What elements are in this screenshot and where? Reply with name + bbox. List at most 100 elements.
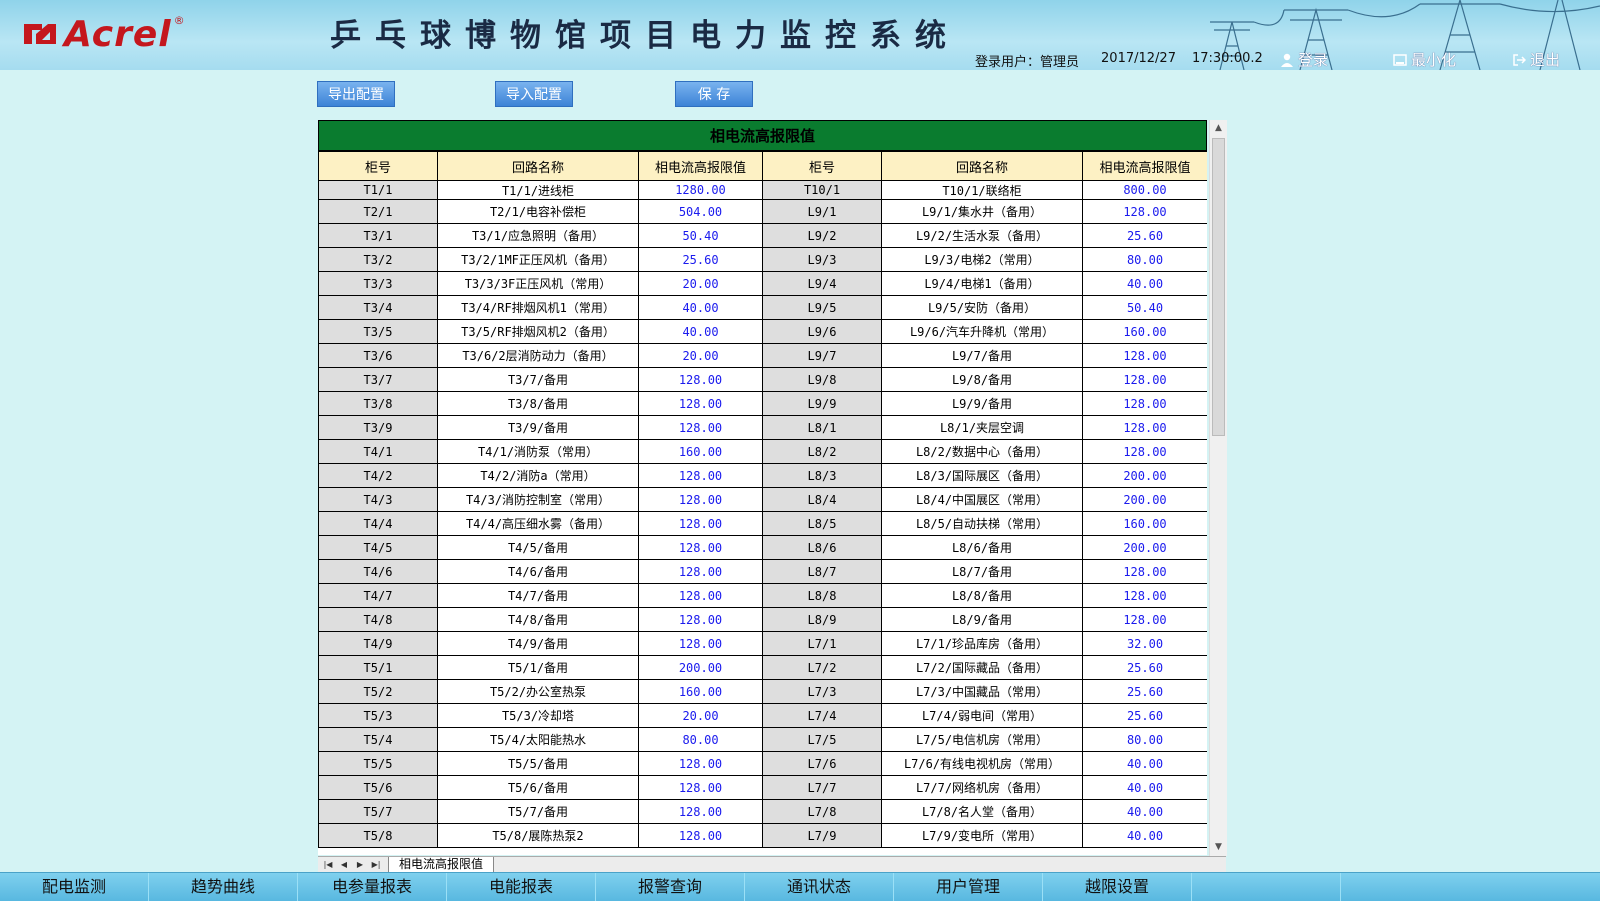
scroll-down-icon[interactable]: ▼ [1210,839,1227,856]
nav-distribution-monitor[interactable]: 配电监测 [0,873,149,901]
current-limit-input[interactable]: 128.00 [638,511,763,536]
current-limit-input[interactable]: 128.00 [638,751,763,776]
current-limit-input[interactable]: 40.00 [638,295,763,320]
current-limit-input[interactable]: 40.00 [1082,799,1207,824]
first-sheet-icon[interactable]: |◀ [322,858,334,871]
current-limit-input[interactable]: 128.00 [638,583,763,608]
current-limit-input[interactable]: 128.00 [638,367,763,392]
current-limit-input[interactable]: 40.00 [638,319,763,344]
sheet-tab-bar: |◀ ◀ ▶ ▶| 相电流高报限值 [318,856,1226,874]
table-row: T3/2 T3/2/1MF正压风机（备用） 25.60 L9/3 L9/3/电梯2（常用… [318,247,1207,272]
current-limit-input[interactable]: 200.00 [1082,463,1207,488]
import-config-button[interactable]: 导入配置 [495,81,573,107]
current-limit-input[interactable]: 200.00 [1082,535,1207,560]
current-limit-input[interactable]: 160.00 [638,439,763,464]
current-limit-input[interactable]: 50.40 [638,223,763,248]
export-config-button[interactable]: 导出配置 [317,81,395,107]
current-limit-input[interactable]: 25.60 [638,247,763,272]
limit-table: 柜号 回路名称 相电流高报限值 柜号 回路名称 相电流高报限值 T1/1 T1/1… [318,151,1207,848]
current-limit-input[interactable]: 128.00 [1082,607,1207,632]
save-button[interactable]: 保 存 [675,81,753,107]
current-limit-input[interactable]: 128.00 [638,535,763,560]
current-limit-input[interactable]: 25.60 [1082,703,1207,728]
current-limit-input[interactable]: 128.00 [1082,343,1207,368]
table-row: T5/1 T5/1/备用 200.00 L7/2 L7/2/国际藏品（备用） 25.60 [318,655,1207,680]
login-button[interactable]: 登录 [1280,49,1328,70]
circuit-name-cell: T5/2/办公室热泵 [437,679,639,704]
scroll-thumb[interactable] [1212,138,1225,436]
current-limit-input[interactable]: 40.00 [1082,823,1207,848]
current-limit-input[interactable]: 128.00 [638,487,763,512]
next-sheet-icon[interactable]: ▶ [354,858,366,871]
nav-communication-status[interactable]: 通讯状态 [745,873,894,901]
current-limit-input[interactable]: 128.00 [638,463,763,488]
current-limit-input[interactable]: 50.40 [1082,295,1207,320]
current-limit-input[interactable]: 128.00 [1082,367,1207,392]
current-limit-input[interactable]: 128.00 [638,391,763,416]
current-limit-input[interactable]: 128.00 [1082,199,1207,224]
scroll-up-icon[interactable]: ▲ [1210,120,1227,137]
current-limit-input[interactable]: 128.00 [638,823,763,848]
current-limit-input[interactable]: 20.00 [638,271,763,296]
circuit-name-cell: L7/9/变电所（常用） [881,823,1083,848]
current-limit-input[interactable]: 40.00 [1082,271,1207,296]
current-limit-input[interactable]: 200.00 [638,655,763,680]
current-limit-input[interactable]: 128.00 [638,775,763,800]
current-limit-input[interactable]: 128.00 [638,799,763,824]
cabinet-no-cell: L8/4 [762,487,882,512]
nav-energy-report[interactable]: 电能报表 [447,873,596,901]
nav-alarm-query[interactable]: 报警查询 [596,873,745,901]
current-limit-input[interactable]: 20.00 [638,343,763,368]
current-limit-input[interactable]: 25.60 [1082,679,1207,704]
current-limit-input[interactable]: 40.00 [1082,751,1207,776]
circuit-name-cell: L9/4/电梯1（备用） [881,271,1083,296]
circuit-name-cell: L9/5/安防（备用） [881,295,1083,320]
nav-trend-curve[interactable]: 趋势曲线 [149,873,298,901]
current-limit-input[interactable]: 128.00 [638,559,763,584]
cabinet-no-cell: L7/7 [762,775,882,800]
current-limit-input[interactable]: 25.60 [1082,655,1207,680]
current-limit-input[interactable]: 128.00 [1082,583,1207,608]
table-row: T3/6 T3/6/2层消防动力（备用） 20.00 L9/7 L9/7/备用 128.0… [318,343,1207,368]
current-limit-input[interactable]: 25.60 [1082,223,1207,248]
current-limit-input[interactable]: 128.00 [1082,559,1207,584]
exit-button[interactable]: 退出 [1512,49,1560,70]
minimize-button[interactable]: 最小化 [1393,49,1456,70]
cabinet-no-cell: L7/5 [762,727,882,752]
current-limit-input[interactable]: 800.00 [1082,180,1207,200]
nav-limit-settings[interactable]: 越限设置 [1043,873,1192,901]
current-limit-input[interactable]: 160.00 [1082,511,1207,536]
circuit-name-cell: T1/1/进线柜 [437,180,639,200]
cabinet-no-cell: L8/1 [762,415,882,440]
current-limit-input[interactable]: 128.00 [638,415,763,440]
current-limit-input[interactable]: 128.00 [638,607,763,632]
current-limit-input[interactable]: 160.00 [1082,319,1207,344]
current-limit-input[interactable]: 80.00 [1082,727,1207,752]
prev-sheet-icon[interactable]: ◀ [338,858,350,871]
cabinet-no-cell: T3/3 [318,271,438,296]
current-limit-input[interactable]: 504.00 [638,199,763,224]
table-row: T3/1 T3/1/应急照明（备用） 50.40 L9/2 L9/2/生活水泵（备用） 2… [318,223,1207,248]
current-limit-input[interactable]: 200.00 [1082,487,1207,512]
circuit-name-cell: L7/4/弱电间（常用） [881,703,1083,728]
current-limit-input[interactable]: 128.00 [638,631,763,656]
last-sheet-icon[interactable]: ▶| [370,858,382,871]
current-limit-input[interactable]: 1280.00 [638,180,763,200]
current-limit-input[interactable]: 128.00 [1082,439,1207,464]
system-title: 乒乓球博物馆项目电力监控系统 [330,18,960,54]
current-limit-input[interactable]: 40.00 [1082,775,1207,800]
current-limit-input[interactable]: 128.00 [1082,391,1207,416]
current-limit-input[interactable]: 80.00 [638,727,763,752]
current-limit-input[interactable]: 128.00 [1082,415,1207,440]
current-limit-input[interactable]: 80.00 [1082,247,1207,272]
header-circuit-name-2: 回路名称 [881,151,1083,181]
vertical-scrollbar[interactable]: ▲ ▼ [1209,120,1227,856]
nav-user-management[interactable]: 用户管理 [894,873,1043,901]
cabinet-no-cell: T4/1 [318,439,438,464]
login-user-label: 登录用户： [975,55,1041,70]
current-limit-input[interactable]: 160.00 [638,679,763,704]
current-limit-input[interactable]: 32.00 [1082,631,1207,656]
current-limit-input[interactable]: 20.00 [638,703,763,728]
nav-parameter-report[interactable]: 电参量报表 [298,873,447,901]
circuit-name-cell: T3/4/RF排烟风机1（常用） [437,295,639,320]
